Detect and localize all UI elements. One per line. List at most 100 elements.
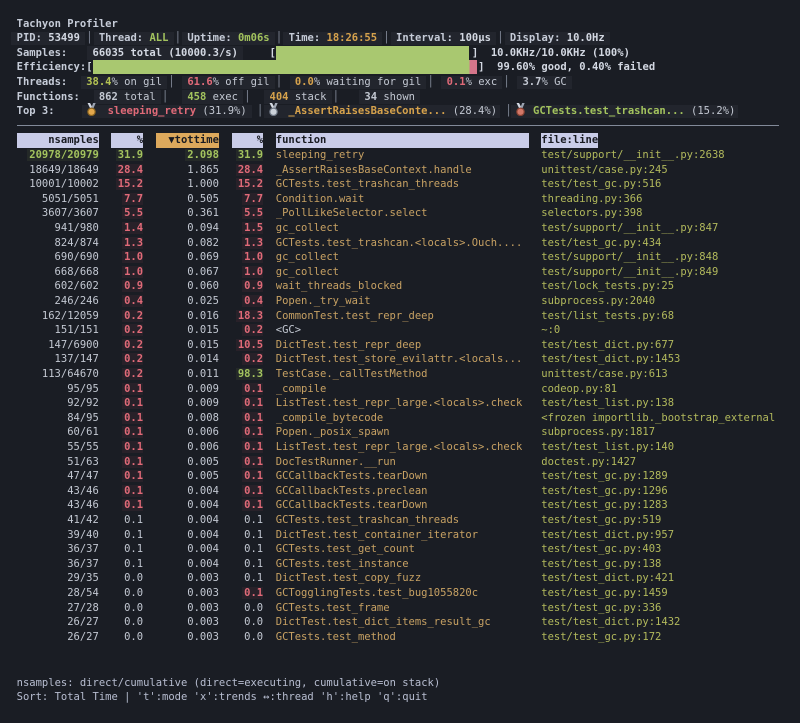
spacer: 5051/5051 xyxy=(40,193,99,205)
column-header-%[interactable]: % xyxy=(232,133,264,148)
table-row[interactable]: 41/42 0.1 0.004 0.1 GCTests.test_trashca… xyxy=(4,513,800,528)
table-row[interactable]: 246/246 0.4 0.025 0.4 Popen._try_wait su… xyxy=(4,294,800,309)
cell-function: Popen._try_wait xyxy=(276,294,529,309)
table-row[interactable]: 941/980 1.4 0.094 1.5 gc_collect test/su… xyxy=(4,221,800,236)
spacer: Threads: 38.4% on gil │ 61.6% off gil │ … xyxy=(4,76,567,88)
table-row[interactable]: 20978/20979 31.9 2.098 31.9 sleeping_ret… xyxy=(4,148,800,163)
table-row[interactable]: 10001/10002 15.2 1.000 15.2 GCTests.test… xyxy=(4,177,800,192)
table-row[interactable]: 60/61 0.1 0.006 0.1 Popen._posix_spawn s… xyxy=(4,425,800,440)
spacer: │ xyxy=(156,91,188,103)
spacer: 0.1 xyxy=(242,587,263,599)
cell-nsamples: 41/42 xyxy=(17,513,99,528)
spacer: │ xyxy=(326,91,364,103)
spacer xyxy=(529,425,542,440)
table-row[interactable]: 36/37 0.1 0.004 0.1 GCTests.test_get_cou… xyxy=(4,542,800,557)
cell-nsamples: 824/874 xyxy=(17,236,99,251)
table-row[interactable]: 690/690 1.0 0.069 1.0 gc_collect test/su… xyxy=(4,250,800,265)
cell-cum-pct: 0.1 xyxy=(232,571,264,586)
column-header-file:line[interactable]: file:line xyxy=(541,133,598,148)
table-row[interactable]: 47/47 0.1 0.005 0.1 GCCallbackTests.tear… xyxy=(4,469,800,484)
spacer xyxy=(263,177,276,192)
spacer xyxy=(219,615,232,630)
spacer xyxy=(143,265,156,280)
column-header-nsamples[interactable]: nsamples xyxy=(17,133,99,148)
spacer: │ xyxy=(238,91,270,103)
cell-function: DictTest.test_store_evilattr.<locals... xyxy=(276,352,529,367)
table-row[interactable]: 43/46 0.1 0.004 0.1 GCCallbackTests.prec… xyxy=(4,484,800,499)
cell-function: sleeping_retry xyxy=(276,148,529,163)
table-row[interactable]: 602/602 0.9 0.060 0.9 wait_threads_block… xyxy=(4,279,800,294)
table-row[interactable]: 92/92 0.1 0.009 0.1 ListTest.test_repr_l… xyxy=(4,396,800,411)
spacer: 0.1 xyxy=(242,412,263,424)
spacer xyxy=(529,192,542,207)
cell-pct: 0.1 xyxy=(111,382,143,397)
table-row[interactable]: 84/95 0.1 0.008 0.1 _compile_bytecode <f… xyxy=(4,411,800,426)
table-row[interactable]: 113/64670 0.2 0.011 98.3 TestCase._callT… xyxy=(4,367,800,382)
column-header-tottime[interactable]: ▼tottime xyxy=(156,133,219,148)
spacer xyxy=(99,148,112,163)
table-row[interactable]: 43/46 0.1 0.004 0.1 GCCallbackTests.tear… xyxy=(4,498,800,513)
table-row[interactable]: 26/27 0.0 0.003 0.0 DictTest.test_dict_i… xyxy=(4,615,800,630)
cell-file: test/support/__init__.py:847 xyxy=(541,221,718,236)
spacer: 0.015 xyxy=(185,339,219,351)
table-row[interactable]: 151/151 0.2 0.015 0.2 <GC> ~:0 xyxy=(4,323,800,338)
spacer xyxy=(219,338,232,353)
table-row[interactable]: 3607/3607 5.5 0.361 5.5 _PollLikeSelecto… xyxy=(4,206,800,221)
spacer: 60/61 xyxy=(65,426,99,438)
table-row[interactable]: 147/6900 0.2 0.015 10.5 DictTest.test_re… xyxy=(4,338,800,353)
spacer xyxy=(529,206,542,221)
cell-nsamples: 3607/3607 xyxy=(17,206,99,221)
cell-pct: 0.2 xyxy=(111,367,143,382)
cell-tottime: 0.015 xyxy=(156,338,219,353)
table-row[interactable]: 36/37 0.1 0.004 0.1 GCTests.test_instanc… xyxy=(4,557,800,572)
spacer: 0.505 xyxy=(185,193,219,205)
spacer xyxy=(529,323,542,338)
cell-file: test/test_gc.py:138 xyxy=(541,557,661,572)
table-row[interactable]: 51/63 0.1 0.005 0.1 DocTestRunner.__run … xyxy=(4,455,800,470)
table-row[interactable]: 824/874 1.3 0.082 1.3 GCTests.test_trash… xyxy=(4,236,800,251)
spacer xyxy=(263,221,276,236)
functions-segment: 862 total xyxy=(99,91,156,103)
cell-cum-pct: 0.9 xyxy=(232,279,264,294)
spacer: 10.5 xyxy=(236,339,263,351)
spacer: 55/55 xyxy=(65,441,99,453)
spacer: 0.006 xyxy=(185,441,219,453)
column-header-function[interactable]: function xyxy=(276,133,529,148)
spacer: │ xyxy=(270,32,289,44)
table-row[interactable]: 668/668 1.0 0.067 1.0 gc_collect test/su… xyxy=(4,265,800,280)
threads-segment-value: 0.0 xyxy=(295,76,314,88)
table-row[interactable]: 137/147 0.2 0.014 0.2 DictTest.test_stor… xyxy=(4,352,800,367)
spacer: 0.003 xyxy=(185,602,219,614)
spacer: 51/63 xyxy=(65,456,99,468)
column-header-%[interactable]: % xyxy=(111,133,143,148)
cell-function: GCCallbackTests.preclean xyxy=(276,484,529,499)
table-row[interactable]: 28/54 0.0 0.003 0.1 GCTogglingTests.test… xyxy=(4,586,800,601)
table-row[interactable]: 39/40 0.1 0.004 0.1 DictTest.test_contai… xyxy=(4,528,800,543)
spacer xyxy=(478,47,491,59)
spacer: 0.1 xyxy=(242,558,263,570)
cell-file: test/support/__init__.py:848 xyxy=(541,250,718,265)
table-row[interactable]: 5051/5051 7.7 0.505 7.7 Condition.wait t… xyxy=(4,192,800,207)
table-row[interactable]: 162/12059 0.2 0.016 18.3 CommonTest.test… xyxy=(4,309,800,324)
efficiency-label: Efficiency: xyxy=(4,61,86,73)
process-info-line: PID: 53499 │ Thread: ALL │ Uptime: 0m06s… xyxy=(4,31,800,46)
table-row[interactable]: 55/55 0.1 0.006 0.1 ListTest.test_repr_l… xyxy=(4,440,800,455)
table-row[interactable]: 26/27 0.0 0.003 0.0 GCTests.test_method … xyxy=(4,630,800,645)
spacer: 2.098 xyxy=(185,149,219,161)
table-row[interactable]: 29/35 0.0 0.003 0.1 DictTest.test_copy_f… xyxy=(4,571,800,586)
spacer xyxy=(529,571,542,586)
table-row[interactable]: 18649/18649 28.4 1.865 28.4 _AssertRaise… xyxy=(4,163,800,178)
table-row[interactable]: 95/95 0.1 0.009 0.1 _compile codeop.py:8… xyxy=(4,382,800,397)
cell-function: gc_collect xyxy=(276,250,529,265)
interval-field-label: Interval: xyxy=(396,32,453,44)
cell-cum-pct: 0.4 xyxy=(232,294,264,309)
spacer xyxy=(263,163,276,178)
table-row[interactable]: 27/28 0.0 0.003 0.0 GCTests.test_frame t… xyxy=(4,601,800,616)
cell-cum-pct: 15.2 xyxy=(232,177,264,192)
spacer: 0.1 xyxy=(242,572,263,584)
time-field-value: 18:26:55 xyxy=(327,32,378,44)
spacer xyxy=(529,133,542,148)
cell-cum-pct: 0.0 xyxy=(232,601,264,616)
spacer xyxy=(143,411,156,426)
spacer xyxy=(529,265,542,280)
